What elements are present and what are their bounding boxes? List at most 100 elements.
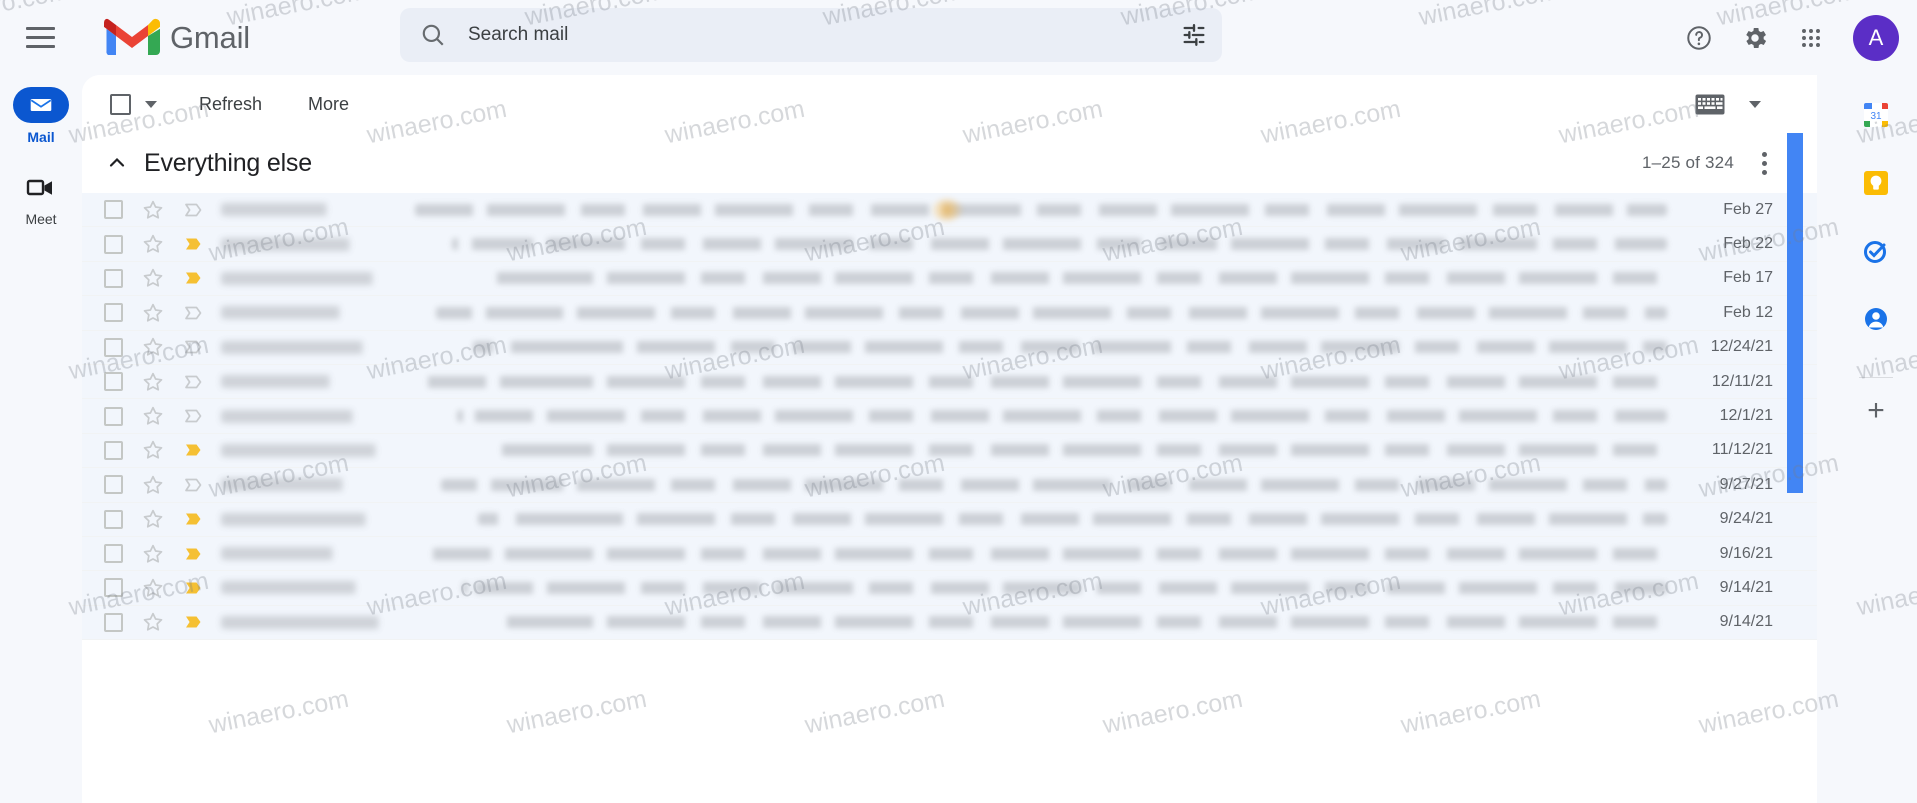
subject-preview [462, 581, 1667, 594]
meet-pill [13, 169, 69, 205]
mail-toolbar: Refresh More [82, 75, 1817, 133]
sender-name [221, 271, 465, 285]
select-all-control[interactable] [110, 93, 157, 115]
importance-marker-icon[interactable] [181, 198, 205, 222]
row-checkbox[interactable] [104, 406, 123, 426]
input-method-control[interactable] [1695, 94, 1761, 115]
table-row[interactable]: 9/14/21 [82, 605, 1817, 641]
keyboard-icon[interactable] [1695, 94, 1725, 115]
row-checkbox[interactable] [104, 509, 123, 529]
row-checkbox[interactable] [104, 578, 123, 598]
importance-marker-icon[interactable] [181, 610, 205, 634]
table-row[interactable]: 9/14/21 [82, 571, 1817, 606]
hamburger-icon[interactable] [12, 10, 68, 66]
chevron-down-icon[interactable] [1749, 100, 1761, 108]
select-all-checkbox[interactable] [110, 93, 131, 115]
row-checkbox[interactable] [104, 268, 123, 288]
side-panel: 31 + [1835, 75, 1917, 803]
table-row[interactable]: Feb 17 [82, 261, 1817, 297]
importance-marker-icon[interactable] [181, 473, 205, 497]
star-outline-icon[interactable] [141, 473, 165, 497]
star-outline-icon[interactable] [141, 232, 165, 256]
add-side-panel-app-button[interactable]: + [1867, 396, 1885, 426]
table-row[interactable]: Feb 12 [82, 296, 1817, 331]
google-tasks-icon[interactable] [1860, 235, 1892, 267]
row-checkbox[interactable] [104, 440, 123, 460]
more-button[interactable]: More [304, 88, 353, 121]
star-outline-icon[interactable] [141, 404, 165, 428]
tune-icon[interactable] [1180, 21, 1208, 49]
importance-marker-icon[interactable] [181, 404, 205, 428]
row-checkbox[interactable] [104, 234, 123, 254]
pagination-label: 1–25 of 324 [1641, 153, 1734, 172]
chevron-up-glyph [109, 157, 125, 167]
table-row[interactable]: 11/12/21 [82, 433, 1817, 469]
table-row[interactable]: 12/24/21 [82, 330, 1817, 365]
star-outline-icon[interactable] [141, 301, 165, 325]
row-checkbox[interactable] [104, 475, 123, 495]
importance-marker-icon[interactable] [181, 370, 205, 394]
importance-marker-icon[interactable] [181, 266, 205, 290]
star-outline-icon[interactable] [141, 542, 165, 566]
star-outline-icon[interactable] [141, 610, 165, 634]
gmail-brand-link[interactable]: Gmail [104, 17, 250, 59]
sender-name [221, 581, 438, 595]
sender-name [221, 237, 428, 251]
star-outline-icon[interactable] [141, 198, 165, 222]
more-vertical-icon[interactable] [1756, 146, 1773, 181]
table-row[interactable]: 9/24/21 [82, 502, 1817, 537]
importance-marker-icon[interactable] [181, 301, 205, 325]
row-checkbox[interactable] [104, 200, 123, 220]
avatar[interactable]: A [1853, 14, 1899, 61]
chevron-down-icon[interactable] [145, 100, 157, 108]
table-row[interactable]: Feb 27 [82, 193, 1817, 228]
row-checkbox[interactable] [104, 372, 123, 392]
importance-marker-icon[interactable] [181, 335, 205, 359]
importance-marker-icon[interactable] [181, 438, 205, 462]
star-outline-icon[interactable] [141, 335, 165, 359]
table-row[interactable]: 9/27/21 [82, 468, 1817, 503]
video-camera-icon [26, 179, 52, 196]
help-circle-icon[interactable] [1673, 12, 1725, 64]
row-checkbox[interactable] [104, 337, 123, 357]
search-icon [422, 24, 444, 46]
hamburger-bar [25, 27, 55, 30]
sender-name [221, 306, 412, 320]
table-row[interactable]: Feb 22 [82, 227, 1817, 262]
search-input[interactable] [468, 24, 1180, 46]
importance-marker-icon[interactable] [181, 542, 205, 566]
importance-marker-icon[interactable] [181, 232, 205, 256]
row-checkbox[interactable] [104, 544, 123, 564]
star-outline-icon[interactable] [141, 370, 165, 394]
google-calendar-icon[interactable]: 31 [1860, 99, 1892, 131]
sender-name [221, 512, 454, 526]
envelope-icon [30, 99, 52, 111]
google-contacts-icon[interactable] [1860, 303, 1892, 335]
rail-item-mail[interactable]: Mail [5, 87, 77, 145]
rail-item-meet[interactable]: Meet [5, 169, 77, 227]
table-row[interactable]: 12/1/21 [82, 399, 1817, 434]
refresh-button[interactable]: Refresh [195, 88, 266, 121]
star-outline-icon[interactable] [141, 438, 165, 462]
table-row[interactable]: 9/16/21 [82, 536, 1817, 572]
hamburger-bar [25, 45, 55, 48]
scrollbar-thumb[interactable] [1787, 133, 1803, 493]
search-box[interactable] [400, 8, 1222, 62]
star-outline-icon[interactable] [141, 507, 165, 531]
side-panel-divider [1859, 377, 1893, 378]
apps-grid-icon[interactable] [1785, 12, 1837, 64]
importance-marker-icon[interactable] [181, 507, 205, 531]
row-checkbox[interactable] [104, 612, 123, 632]
sender-name [221, 443, 470, 457]
chevron-up-icon[interactable] [104, 150, 130, 176]
table-row[interactable]: 12/11/21 [82, 364, 1817, 400]
search-bar[interactable] [400, 8, 1222, 62]
row-checkbox[interactable] [104, 303, 123, 323]
gear-icon[interactable] [1729, 12, 1781, 64]
importance-marker-icon[interactable] [181, 576, 205, 600]
google-keep-icon[interactable] [1860, 167, 1892, 199]
star-outline-icon[interactable] [141, 266, 165, 290]
scrollbar-track[interactable] [1785, 75, 1805, 803]
star-outline-icon[interactable] [141, 576, 165, 600]
top-header: Gmail Search mail A [0, 0, 1917, 75]
